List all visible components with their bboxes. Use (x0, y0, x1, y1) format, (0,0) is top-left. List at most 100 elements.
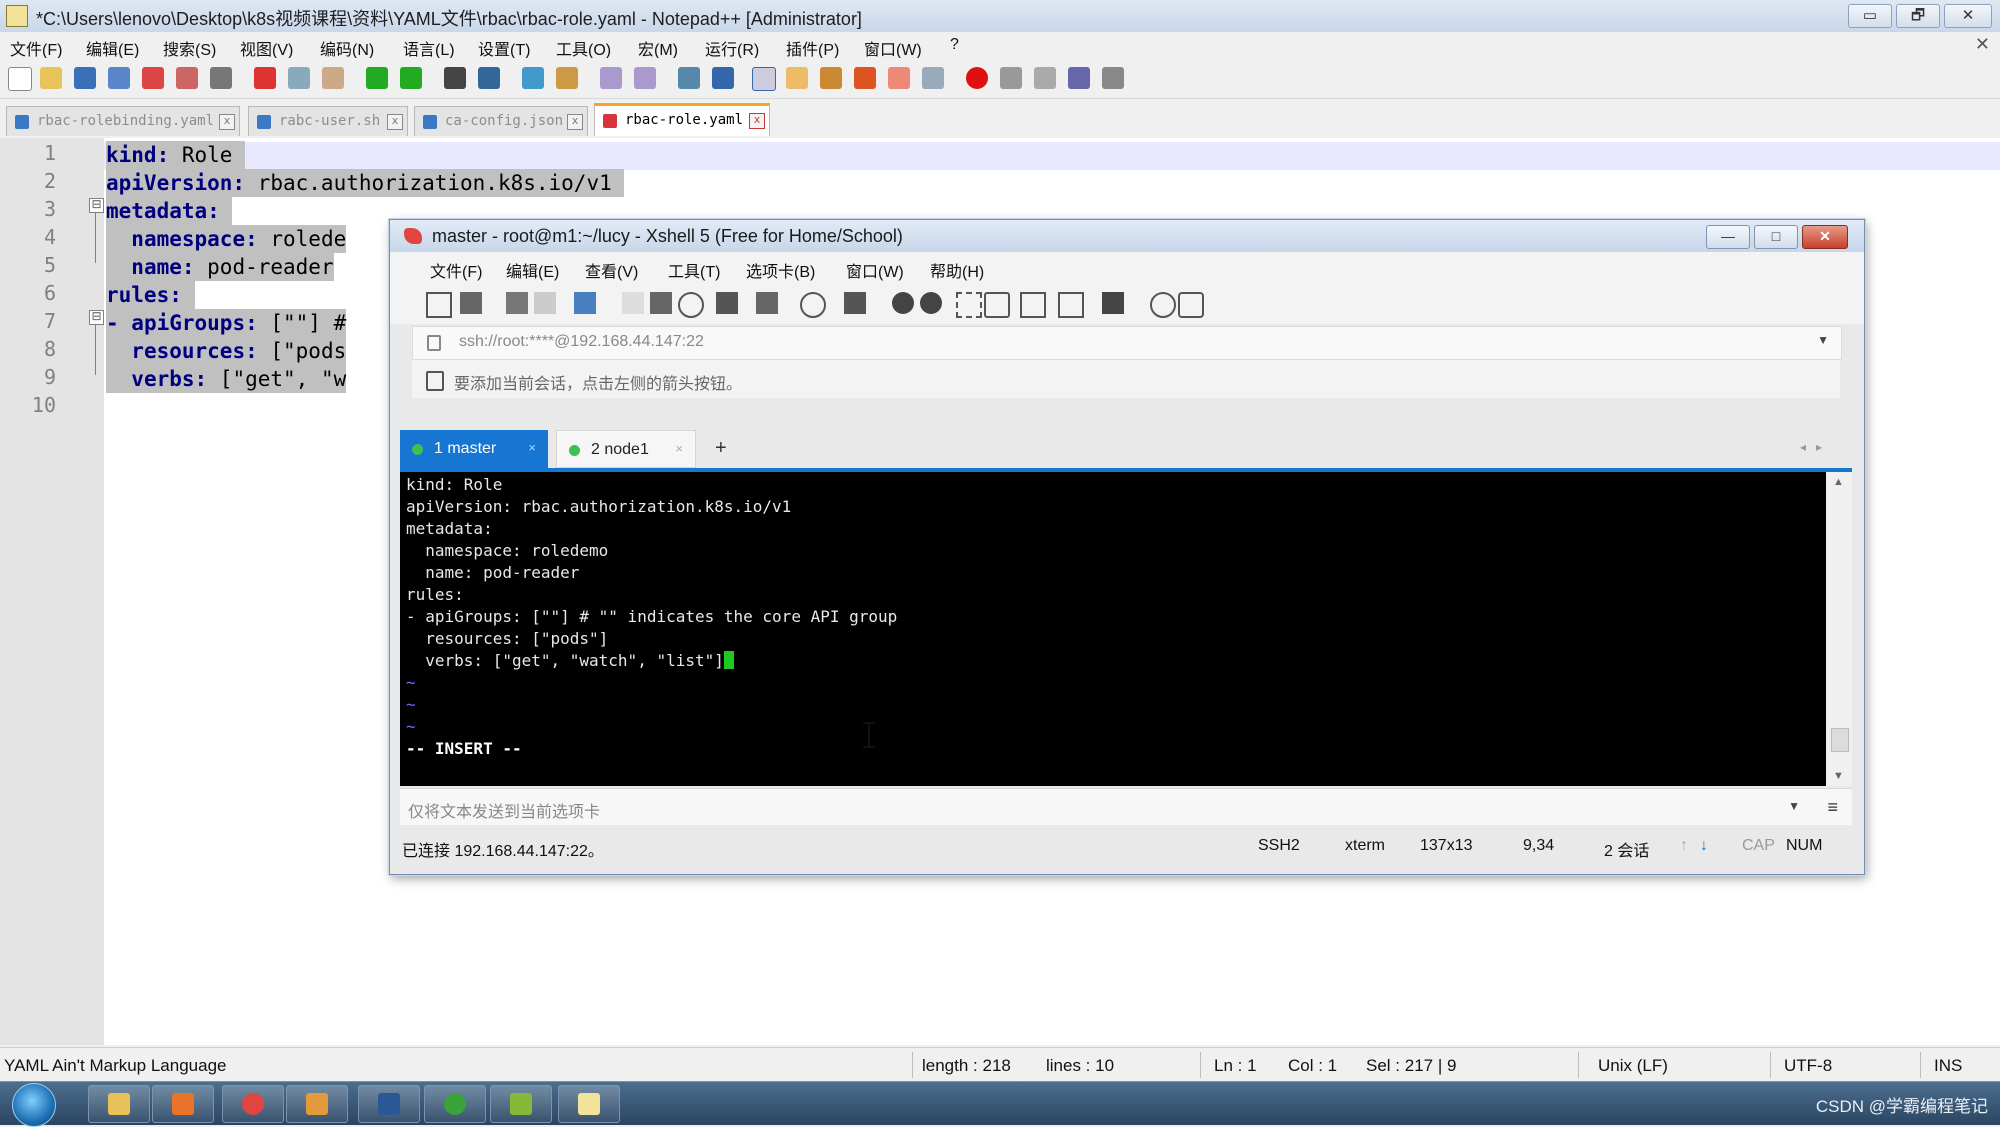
paste-icon[interactable] (322, 67, 344, 89)
font-icon[interactable] (844, 292, 866, 314)
xshell-close-button[interactable]: ✕ (1802, 225, 1848, 249)
menu-edit[interactable]: 编辑(E) (86, 36, 139, 60)
send-bar[interactable]: 仅将文本发送到当前选项卡 ▼ ≡ (400, 788, 1852, 825)
taskbar-ie-button[interactable] (424, 1085, 486, 1123)
save-all-icon[interactable] (108, 67, 130, 89)
menu-window[interactable]: 窗口(W) (864, 36, 922, 60)
taskbar-notepad-button[interactable] (558, 1085, 620, 1123)
zoom-in-icon[interactable] (522, 67, 544, 89)
menu-language[interactable]: 语言(L) (403, 36, 455, 60)
xs-menu-tabs[interactable]: 选项卡(B) (746, 258, 815, 282)
close-tab-icon[interactable]: x (567, 114, 583, 130)
function-list-icon[interactable] (820, 67, 842, 89)
lock-icon[interactable] (984, 292, 1010, 318)
sync-vertical-icon[interactable] (600, 67, 622, 89)
scroll-down-icon[interactable]: ▼ (1833, 770, 1844, 782)
session-tab-master[interactable]: 1 master × (400, 430, 548, 468)
xs-menu-window[interactable]: 窗口(W) (846, 258, 904, 282)
copy-icon[interactable] (622, 292, 644, 314)
sync-horizontal-icon[interactable] (634, 67, 656, 89)
taskbar-app-button[interactable] (490, 1085, 552, 1123)
save-icon[interactable] (74, 67, 96, 89)
chevron-down-icon[interactable]: ▼ (1788, 799, 1800, 813)
notepad-restore-button[interactable]: 🗗 (1896, 4, 1940, 28)
taskbar-xshell-button[interactable] (222, 1085, 284, 1123)
add-tab-button[interactable]: + (715, 437, 727, 460)
xshell-minimize-button[interactable]: — (1706, 225, 1750, 249)
file-tab-rabc-user[interactable]: rabc-user.sh x (248, 106, 408, 136)
tab-nav-arrows-icon[interactable]: ◂▸ (1800, 440, 1832, 454)
notepad-minimize-button[interactable]: ▭ (1848, 4, 1892, 28)
monitoring-icon[interactable] (888, 67, 910, 89)
folder-workspace-icon[interactable] (854, 67, 876, 89)
xs-menu-view[interactable]: 查看(V) (585, 258, 638, 282)
close-tab-icon[interactable]: × (528, 440, 536, 455)
close-all-icon[interactable] (176, 67, 198, 89)
terminal-scrollbar[interactable]: ▲ ▼ (1826, 472, 1852, 786)
fullscreen-icon[interactable] (956, 292, 982, 318)
new-session-icon[interactable] (426, 292, 452, 318)
close-tab-icon[interactable]: x (387, 114, 403, 130)
eye-icon[interactable] (922, 67, 944, 89)
open-file-icon[interactable] (40, 67, 62, 89)
run-macro-multiple-icon[interactable] (1068, 67, 1090, 89)
menu-plugins[interactable]: 插件(P) (786, 36, 839, 60)
word-wrap-icon[interactable] (678, 67, 700, 89)
file-tab-rbac-role[interactable]: rbac-role.yaml x (594, 103, 770, 136)
close-tab-icon[interactable]: × (675, 441, 683, 456)
paste-icon[interactable] (650, 292, 672, 314)
new-file-icon[interactable] (8, 67, 32, 91)
notepad-close-button[interactable]: ✕ (1944, 4, 1992, 28)
open-session-icon[interactable] (460, 292, 482, 314)
menu-macro[interactable]: 宏(M) (638, 36, 678, 60)
taskbar-explorer-button[interactable] (88, 1085, 150, 1123)
undo-icon[interactable] (366, 67, 388, 89)
start-button[interactable] (12, 1083, 56, 1127)
terminal-screen[interactable]: kind: Role apiVersion: rbac.authorizatio… (400, 472, 1826, 786)
properties-icon[interactable] (574, 292, 596, 314)
save-macro-icon[interactable] (1102, 67, 1124, 89)
file-tab-ca-config[interactable]: ca-config.json x (414, 106, 588, 136)
cut-icon[interactable] (254, 67, 276, 89)
find-icon[interactable] (678, 292, 704, 318)
xs-menu-help[interactable]: 帮助(H) (930, 258, 984, 282)
menu-view[interactable]: 视图(V) (240, 36, 293, 60)
xs-menu-tools[interactable]: 工具(T) (668, 258, 720, 282)
globe-icon[interactable] (800, 292, 826, 318)
menu-tools[interactable]: 工具(O) (556, 36, 611, 60)
find-icon[interactable] (444, 67, 466, 89)
hamburger-menu-icon[interactable]: ≡ (1827, 797, 1838, 818)
indent-guide-icon[interactable] (752, 67, 776, 91)
add-session-arrow-icon[interactable] (426, 371, 444, 391)
menu-settings[interactable]: 设置(T) (478, 36, 530, 60)
chevron-down-icon[interactable]: ▼ (1817, 333, 1829, 347)
xshell-maximize-button[interactable]: □ (1754, 225, 1798, 249)
play-macro-icon[interactable] (1034, 67, 1056, 89)
reconnect-icon[interactable] (506, 292, 528, 314)
scroll-thumb[interactable] (1831, 728, 1849, 752)
fold-marker-icon[interactable]: ⊟ (89, 198, 104, 213)
chat-icon[interactable] (1178, 292, 1204, 318)
xs-menu-edit[interactable]: 编辑(E) (506, 258, 559, 282)
taskbar-word-button[interactable] (358, 1085, 420, 1123)
help-icon[interactable] (1150, 292, 1176, 318)
replace-icon[interactable] (478, 67, 500, 89)
menu-encoding[interactable]: 编码(N) (320, 36, 374, 60)
redo-icon[interactable] (400, 67, 422, 89)
xftp-icon[interactable] (892, 292, 914, 314)
scroll-up-icon[interactable]: ▲ (1833, 476, 1844, 488)
print-icon[interactable] (210, 67, 232, 89)
fold-marker-icon[interactable]: ⊟ (89, 310, 104, 325)
transfer-icon[interactable] (756, 292, 778, 314)
file-tab-rbac-rolebinding[interactable]: rbac-rolebinding.yaml x (6, 106, 240, 136)
close-tab-icon[interactable]: x (219, 114, 235, 130)
record-macro-icon[interactable] (966, 67, 988, 89)
taskbar-xftp-button[interactable] (286, 1085, 348, 1123)
xmanager-icon[interactable] (920, 292, 942, 314)
zoom-out-icon[interactable] (556, 67, 578, 89)
menu-run[interactable]: 运行(R) (705, 36, 759, 60)
show-all-chars-icon[interactable] (712, 67, 734, 89)
layout-icon[interactable] (1102, 292, 1124, 314)
add-tab-icon[interactable] (1058, 292, 1084, 318)
menu-help[interactable]: ? (950, 36, 959, 54)
